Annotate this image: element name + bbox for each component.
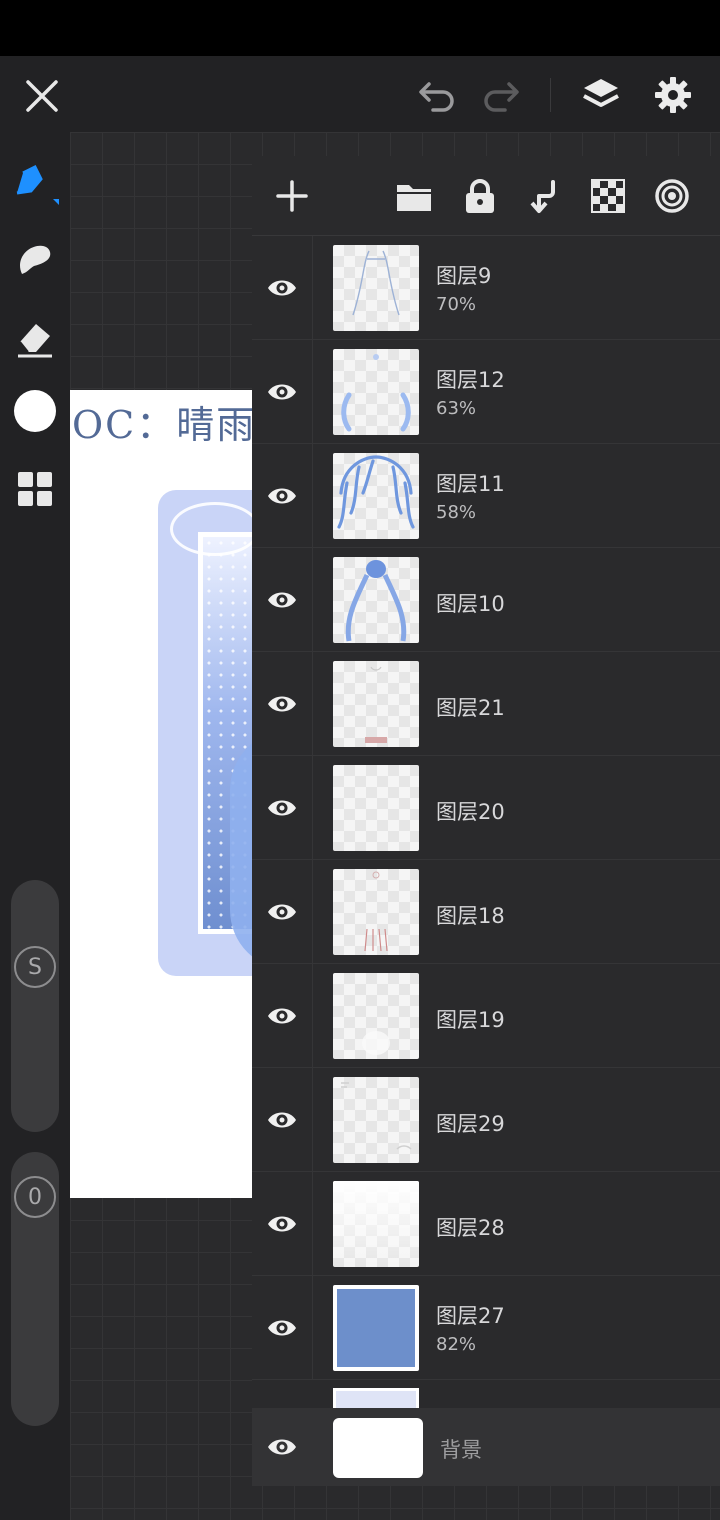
eye-icon[interactable] <box>266 793 298 823</box>
brush-icon[interactable] <box>10 158 60 208</box>
transparency-icon[interactable] <box>588 176 628 216</box>
redo-icon[interactable] <box>478 76 524 116</box>
close-icon[interactable] <box>20 74 64 118</box>
eye-icon[interactable] <box>266 585 298 615</box>
background-layer-name: 背景 <box>440 1438 482 1462</box>
eye-icon[interactable] <box>266 377 298 407</box>
layer-thumbnail <box>333 765 419 851</box>
eraser-icon[interactable] <box>12 314 58 360</box>
eye-icon[interactable] <box>266 897 298 927</box>
eye-icon[interactable] <box>266 1432 298 1462</box>
layer-row[interactable]: 图层18 <box>252 860 720 964</box>
layer-name: 图层27 <box>436 1304 505 1328</box>
background-thumbnail <box>333 1418 423 1478</box>
layer-opacity: 82% <box>436 1334 477 1355</box>
layer-opacity: 58% <box>436 502 477 523</box>
layer-row[interactable]: 图层28 <box>252 1172 720 1276</box>
top-toolbar <box>0 56 720 132</box>
partial-layer-thumbnail <box>333 1388 419 1408</box>
gear-icon[interactable] <box>650 72 696 118</box>
eye-icon[interactable] <box>266 481 298 511</box>
eye-icon[interactable] <box>266 689 298 719</box>
brush-size-slider[interactable] <box>11 880 59 1132</box>
layer-row[interactable]: 图层12 63% <box>252 340 720 444</box>
merge-down-icon[interactable] <box>524 176 564 216</box>
layer-name: 图层10 <box>436 592 505 616</box>
eye-icon[interactable] <box>266 273 298 303</box>
layer-name: 图层12 <box>436 368 505 392</box>
layer-name: 图层29 <box>436 1112 505 1136</box>
blend-icon[interactable] <box>652 176 692 216</box>
layer-thumbnail <box>333 1077 419 1163</box>
background-layer-row[interactable]: 背景 <box>252 1408 720 1486</box>
layer-opacity: 63% <box>436 398 477 419</box>
layer-row[interactable]: 图层27 82% <box>252 1276 720 1380</box>
layer-name: 图层18 <box>436 904 505 928</box>
smudge-icon[interactable] <box>12 236 58 282</box>
layers-toolbar <box>252 156 720 236</box>
layer-thumbnail <box>333 557 419 643</box>
layer-name: 图层20 <box>436 800 505 824</box>
color-swatch[interactable] <box>14 390 56 432</box>
layer-name: 图层11 <box>436 472 505 496</box>
panel-pointer <box>592 146 614 156</box>
toolbar-divider <box>550 78 551 112</box>
brush-opacity-label: 0 <box>14 1176 56 1218</box>
status-bar <box>0 0 720 56</box>
art-halo <box>170 502 260 556</box>
eye-icon[interactable] <box>266 1313 298 1343</box>
layer-thumbnail <box>333 349 419 435</box>
layer-name: 图层28 <box>436 1216 505 1240</box>
layers-panel: 图层9 70% 图层12 63% 图层11 58% 图层10 图层21 图层20… <box>252 156 720 1486</box>
eye-icon[interactable] <box>266 1105 298 1135</box>
lock-icon[interactable] <box>460 176 500 216</box>
layer-thumbnail <box>333 661 419 747</box>
layer-thumbnail <box>333 245 419 331</box>
folder-icon[interactable] <box>394 176 434 216</box>
layer-thumbnail <box>333 1285 419 1371</box>
layer-thumbnail <box>333 453 419 539</box>
add-layer-icon[interactable] <box>272 176 312 216</box>
layer-row[interactable]: 图层9 70% <box>252 236 720 340</box>
layer-name: 图层19 <box>436 1008 505 1032</box>
layer-name: 图层9 <box>436 264 492 288</box>
eye-icon[interactable] <box>266 1001 298 1031</box>
layer-row[interactable]: 图层20 <box>252 756 720 860</box>
layer-opacity: 70% <box>436 294 477 315</box>
layer-thumbnail <box>333 1181 419 1267</box>
layer-thumbnail <box>333 869 419 955</box>
canvas-title-text: OC：晴雨 <box>72 403 257 447</box>
layer-row[interactable]: 图层11 58% <box>252 444 720 548</box>
grid-menu-icon[interactable] <box>14 468 56 510</box>
layer-row[interactable]: 图层21 <box>252 652 720 756</box>
eye-icon[interactable] <box>266 1209 298 1239</box>
layer-row[interactable]: 图层10 <box>252 548 720 652</box>
layers-icon[interactable] <box>578 72 624 118</box>
layer-row[interactable]: 图层29 <box>252 1068 720 1172</box>
layer-row[interactable]: 图层19 <box>252 964 720 1068</box>
tool-sidebar: S 0 <box>0 132 70 1520</box>
undo-icon[interactable] <box>414 76 460 116</box>
layer-thumbnail <box>333 973 419 1059</box>
brush-size-label: S <box>14 946 56 988</box>
layer-name: 图层21 <box>436 696 505 720</box>
